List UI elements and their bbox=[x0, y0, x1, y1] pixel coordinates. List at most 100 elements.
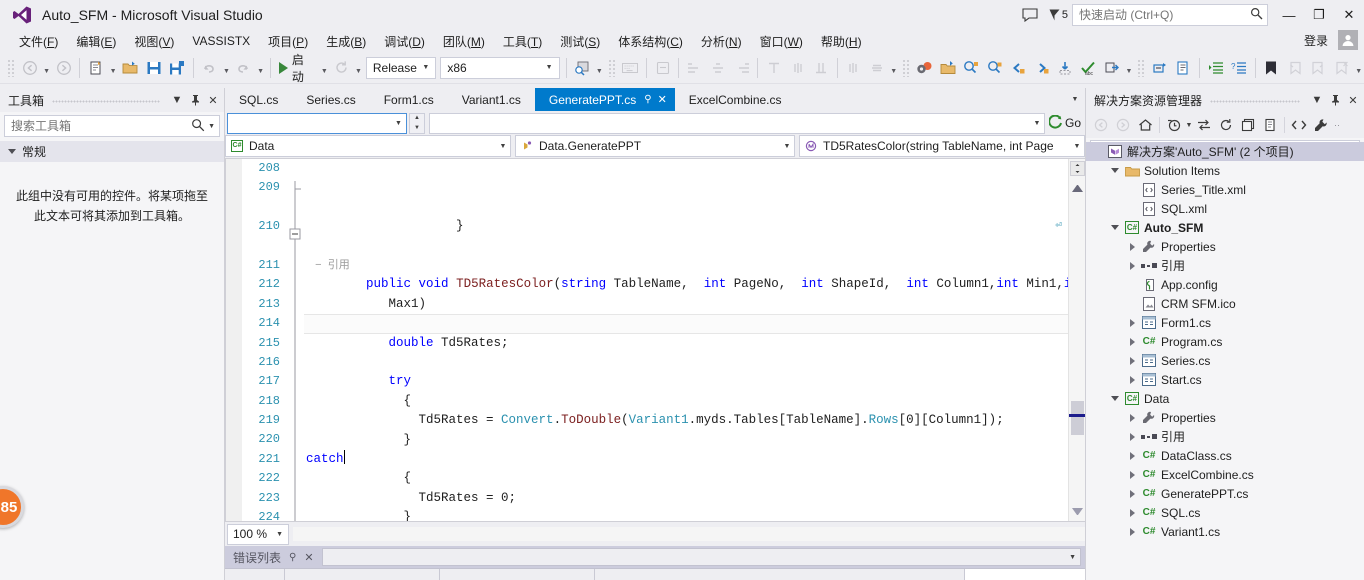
menu-item-7[interactable]: 团队(M) bbox=[434, 31, 494, 52]
tree-node--[interactable]: 引用 bbox=[1086, 256, 1364, 275]
quick-launch-box[interactable] bbox=[1072, 4, 1268, 26]
back-icon[interactable] bbox=[18, 56, 41, 80]
collapse-all-icon[interactable] bbox=[1237, 114, 1259, 136]
menu-item-4[interactable]: 项目(P) bbox=[259, 31, 317, 52]
refactor-dropdown-icon[interactable]: ▼ bbox=[1124, 56, 1135, 80]
context-class-combo[interactable]: Data.GeneratePPT ▼ bbox=[515, 135, 795, 157]
tree-node--[interactable]: 引用 bbox=[1086, 427, 1364, 446]
back-icon[interactable] bbox=[1090, 114, 1112, 136]
menu-item-8[interactable]: 工具(T) bbox=[494, 31, 551, 52]
zoom-level-combo[interactable]: 100 % ▼ bbox=[227, 523, 289, 545]
overflow-icon[interactable]: ·· bbox=[1332, 120, 1340, 130]
code-line[interactable] bbox=[306, 353, 1068, 372]
refresh-icon[interactable] bbox=[1215, 114, 1237, 136]
expander-right-icon[interactable] bbox=[1124, 261, 1140, 270]
view-code-icon[interactable] bbox=[1288, 114, 1310, 136]
home-icon[interactable] bbox=[1134, 114, 1156, 136]
error-list-column[interactable] bbox=[440, 569, 595, 580]
menu-item-13[interactable]: 帮助(H) bbox=[812, 31, 871, 52]
tree-node--auto-sfm-2-[interactable]: 解决方案'Auto_SFM' (2 个项目) bbox=[1086, 142, 1364, 161]
pin-icon[interactable]: ⚲ bbox=[289, 552, 296, 563]
code-text-area[interactable]: } − 引用 public void TD5RatesColor(string … bbox=[304, 159, 1068, 521]
pending-changes-icon[interactable] bbox=[1163, 114, 1185, 136]
menu-item-12[interactable]: 窗口(W) bbox=[751, 31, 812, 52]
spinner-down-icon[interactable]: ▼ bbox=[410, 123, 424, 133]
outlining-margin[interactable] bbox=[286, 159, 304, 521]
menu-item-6[interactable]: 调试(D) bbox=[375, 31, 434, 52]
start-dropdown-icon[interactable]: ▼ bbox=[319, 56, 330, 80]
menu-item-5[interactable]: 生成(B) bbox=[317, 31, 375, 52]
spell-check-icon[interactable]: abc bbox=[1077, 56, 1100, 80]
code-line[interactable]: double Td5Rates; bbox=[306, 334, 1068, 353]
tree-node-sql-xml[interactable]: SQL.xml bbox=[1086, 199, 1364, 218]
pin-icon[interactable] bbox=[1326, 90, 1344, 110]
tree-node-properties[interactable]: Properties bbox=[1086, 408, 1364, 427]
tree-node-generateppt-cs[interactable]: C# GeneratePPT.cs bbox=[1086, 484, 1364, 503]
find-dropdown-icon[interactable]: ▼ bbox=[594, 56, 605, 80]
tab-overflow-icon[interactable]: ▼ bbox=[1065, 88, 1085, 111]
expander-right-icon[interactable] bbox=[1124, 489, 1140, 498]
expander-right-icon[interactable] bbox=[1124, 413, 1140, 422]
open-folder-icon[interactable] bbox=[118, 56, 141, 80]
new-project-icon[interactable] bbox=[84, 56, 107, 80]
vassist-find-combo[interactable]: ▼ bbox=[227, 112, 407, 134]
expander-right-icon[interactable] bbox=[1124, 470, 1140, 479]
align-bottom-icon[interactable] bbox=[809, 56, 832, 80]
toolbar-grip[interactable] bbox=[7, 58, 15, 77]
next-bookmark-icon[interactable] bbox=[1306, 56, 1329, 80]
align-left-icon[interactable] bbox=[683, 56, 706, 80]
code-line[interactable]: − 引用 bbox=[306, 256, 1068, 275]
toolbox-search-box[interactable]: ▼ bbox=[4, 115, 220, 137]
error-list-column[interactable] bbox=[285, 569, 440, 580]
code-line[interactable]: { bbox=[306, 392, 1068, 411]
increase-indent-icon[interactable] bbox=[1204, 56, 1227, 80]
tree-node-excelcombine-cs[interactable]: C# ExcelCombine.cs bbox=[1086, 465, 1364, 484]
show-all-files-icon[interactable] bbox=[1259, 114, 1281, 136]
tree-node-sql-cs[interactable]: C# SQL.cs bbox=[1086, 503, 1364, 522]
expander-right-icon[interactable] bbox=[1124, 508, 1140, 517]
sync-with-active-document-icon[interactable] bbox=[1193, 114, 1215, 136]
account-icon[interactable] bbox=[1338, 30, 1358, 50]
refactor-icon[interactable] bbox=[1100, 56, 1123, 80]
menu-item-3[interactable]: VASSISTX bbox=[183, 32, 259, 50]
code-line[interactable]: Td5Rates = Convert.ToDouble(Variant1.myd… bbox=[306, 411, 1068, 430]
code-line[interactable]: try bbox=[306, 372, 1068, 391]
keyboard-icon[interactable] bbox=[618, 56, 641, 80]
vassist-go-button[interactable]: Go bbox=[1045, 114, 1085, 132]
vassistx-settings-icon[interactable] bbox=[913, 56, 936, 80]
error-list-column[interactable] bbox=[225, 569, 285, 580]
paste-history-icon[interactable] bbox=[1053, 56, 1076, 80]
align-middle-vertical-icon[interactable] bbox=[786, 56, 809, 80]
editor-horizontal-scrollbar[interactable] bbox=[293, 527, 1085, 541]
sign-in-link[interactable]: 登录 bbox=[1304, 32, 1328, 49]
chevron-down-icon[interactable]: ▼ bbox=[168, 90, 186, 110]
undo-icon[interactable] bbox=[198, 56, 221, 80]
save-icon[interactable] bbox=[142, 56, 165, 80]
tree-node-start-cs[interactable]: Start.cs bbox=[1086, 370, 1364, 389]
toolbox-search-input[interactable] bbox=[9, 118, 192, 134]
make-same-width-icon[interactable] bbox=[842, 56, 865, 80]
surround-with-icon[interactable] bbox=[1148, 56, 1171, 80]
menu-item-1[interactable]: 编辑(E) bbox=[67, 31, 125, 52]
document-tab-form1-cs[interactable]: Form1.cs bbox=[369, 88, 448, 111]
document-tab-generateppt-cs[interactable]: GeneratePPT.cs ⚲ ✕ bbox=[534, 88, 675, 111]
tree-node-form1-cs[interactable]: Form1.cs bbox=[1086, 313, 1364, 332]
restart-icon[interactable] bbox=[330, 56, 353, 80]
error-list-column[interactable] bbox=[595, 569, 965, 580]
align-right-icon[interactable] bbox=[730, 56, 753, 80]
expander-right-icon[interactable] bbox=[1124, 242, 1140, 251]
split-view-handle[interactable] bbox=[1070, 161, 1085, 176]
code-line[interactable]: Max1) bbox=[306, 295, 1068, 314]
close-icon[interactable]: ✕ bbox=[1344, 90, 1362, 110]
bookmark-icon[interactable] bbox=[1260, 56, 1283, 80]
expander-right-icon[interactable] bbox=[1124, 527, 1140, 536]
insert-snippet-icon[interactable] bbox=[1172, 56, 1195, 80]
editor-vertical-scrollbar[interactable] bbox=[1068, 159, 1085, 521]
toolbar-grip[interactable] bbox=[607, 58, 616, 77]
tree-node-properties[interactable]: Properties bbox=[1086, 237, 1364, 256]
align-top-icon[interactable] bbox=[762, 56, 785, 80]
redo-icon[interactable] bbox=[232, 56, 255, 80]
tree-node-crm-sfm-ico[interactable]: CRM SFM.ico bbox=[1086, 294, 1364, 313]
flag-icon[interactable]: 5 bbox=[1045, 2, 1072, 28]
menu-item-2[interactable]: 视图(V) bbox=[125, 31, 183, 52]
